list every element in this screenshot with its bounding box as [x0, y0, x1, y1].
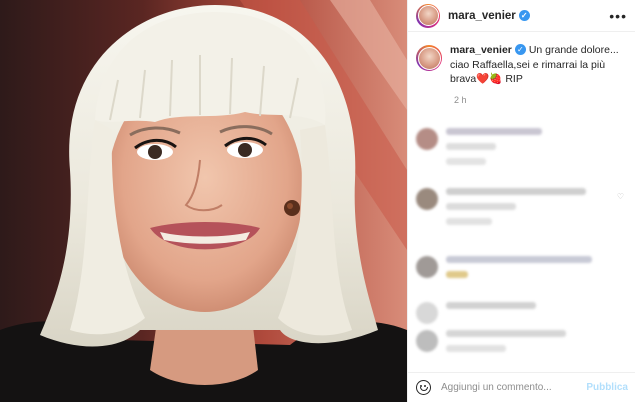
blurred-comment-line [446, 128, 542, 135]
verified-badge-icon: ✓ [518, 9, 530, 21]
portrait-image [0, 0, 407, 402]
post-header: mara_venier ✓ ••• [408, 0, 635, 32]
caption-username[interactable]: mara_venier [450, 44, 512, 56]
blurred-comment-line [446, 158, 486, 165]
comment-item [408, 302, 635, 324]
blurred-comment-line [446, 143, 496, 150]
header-username-text[interactable]: mara_venier [448, 10, 516, 22]
header-username[interactable]: mara_venier ✓ [448, 9, 530, 22]
ellipsis-icon[interactable]: ••• [609, 9, 627, 23]
red-heart-emoji: ❤️ [476, 73, 490, 85]
strawberry-emoji: 🍓 [489, 73, 503, 85]
comment-avatar[interactable] [416, 330, 438, 352]
blurred-comment-line [446, 188, 586, 195]
emoji-smile-icon[interactable] [416, 380, 431, 395]
caption-timestamp: 2 h [454, 94, 467, 105]
comment-avatar[interactable] [416, 188, 438, 210]
verified-badge-icon: ✓ [514, 44, 526, 55]
comment-composer: Pubblica [408, 372, 635, 402]
comment-input[interactable] [441, 382, 571, 393]
blurred-comment-line [446, 345, 506, 352]
post-caption: mara_venier ✓ Un grande dolore... ciao Ra… [408, 32, 635, 87]
profile-avatar[interactable] [416, 3, 440, 28]
comment-item [408, 256, 635, 286]
comment-avatar[interactable] [416, 256, 438, 278]
comment-item [408, 128, 635, 173]
blurred-comment-line [446, 256, 592, 263]
post-side-panel: mara_venier ✓ ••• mara_venier ✓ Un grande … [407, 0, 635, 402]
blurred-comment-line [446, 271, 468, 278]
caption-text: mara_venier ✓ Un grande dolore... ciao Ra… [450, 43, 627, 87]
blurred-comment-line [446, 302, 536, 309]
blurred-comment-line [446, 203, 516, 210]
comment-like-icon[interactable]: ♡ [617, 192, 624, 201]
comment-avatar[interactable] [416, 128, 438, 150]
comment-item [408, 330, 635, 360]
comment-item: ♡ [408, 188, 635, 233]
blurred-comment-line [446, 330, 566, 337]
blurred-comment-line [446, 218, 492, 225]
post-photo [0, 0, 407, 402]
caption-avatar[interactable] [416, 45, 442, 71]
publish-button[interactable]: Pubblica [586, 382, 628, 393]
caption-suffix: RIP [505, 73, 523, 85]
comment-avatar[interactable] [416, 302, 438, 324]
